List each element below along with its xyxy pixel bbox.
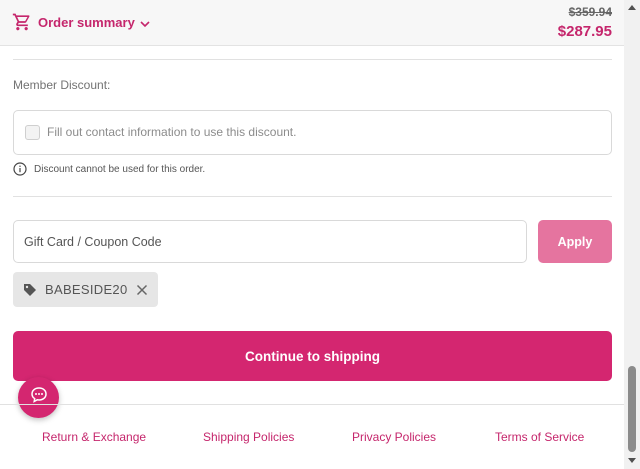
scroll-up-arrow-icon[interactable]: [628, 5, 636, 10]
member-discount-option[interactable]: Fill out contact information to use this…: [13, 110, 612, 155]
apply-button[interactable]: Apply: [538, 220, 612, 263]
footer-links: Return & Exchange Shipping Policies Priv…: [0, 430, 624, 446]
discount-notice: Discount cannot be used for this order.: [13, 162, 205, 176]
return-exchange-link[interactable]: Return & Exchange: [42, 430, 146, 444]
applied-coupon-code: BABESIDE20: [45, 282, 128, 297]
chat-icon: [30, 386, 48, 409]
info-icon: [13, 162, 27, 176]
member-discount-label: Member Discount:: [13, 78, 111, 92]
footer-divider: [0, 404, 624, 405]
member-discount-checkbox[interactable]: [25, 125, 40, 140]
order-summary-toggle[interactable]: Order summary: [12, 12, 150, 32]
chat-button[interactable]: [18, 377, 59, 418]
order-summary-label: Order summary: [38, 14, 135, 30]
shipping-policies-link[interactable]: Shipping Policies: [203, 430, 294, 444]
privacy-policies-link[interactable]: Privacy Policies: [352, 430, 436, 444]
scrollbar-thumb[interactable]: [628, 366, 636, 452]
scrollbar[interactable]: [624, 0, 640, 469]
chevron-down-icon: [140, 19, 150, 29]
total-price: $287.95: [557, 23, 612, 40]
close-icon[interactable]: [136, 284, 148, 296]
continue-to-shipping-button[interactable]: Continue to shipping: [13, 331, 612, 381]
coupon-code-input[interactable]: [13, 220, 527, 263]
divider: [13, 196, 612, 197]
order-summary-header: Order summary $359.94 $287.95: [0, 0, 624, 46]
divider: [13, 59, 612, 60]
applied-coupon-tag: BABESIDE20: [13, 272, 158, 307]
cart-icon: [12, 12, 32, 32]
scroll-down-arrow-icon[interactable]: [628, 458, 636, 463]
member-discount-checkbox-label: Fill out contact information to use this…: [47, 125, 297, 139]
discount-notice-text: Discount cannot be used for this order.: [34, 163, 206, 175]
terms-of-service-link[interactable]: Terms of Service: [495, 430, 584, 444]
tag-icon: [23, 283, 37, 297]
original-price: $359.94: [568, 5, 612, 19]
